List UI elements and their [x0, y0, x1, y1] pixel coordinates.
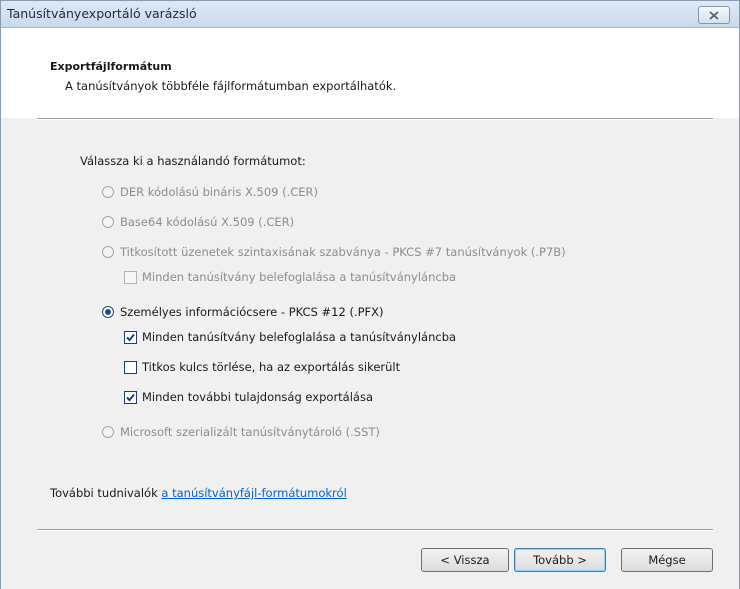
radio-base64[interactable]: Base64 kódolású X.509 (.CER): [102, 215, 294, 229]
radio-pfx[interactable]: Személyes információcsere - PKCS #12 (.P…: [102, 305, 384, 319]
next-button[interactable]: Tovább >: [514, 548, 606, 572]
title-bar[interactable]: Tanúsítványexportáló varázsló: [1, 1, 739, 28]
checkbox-delete-private-key-label: Titkos kulcs törlése, ha az exportálás s…: [142, 360, 401, 374]
radio-dot-icon: [105, 309, 111, 315]
checkbox-delete-private-key[interactable]: Titkos kulcs törlése, ha az exportálás s…: [124, 360, 400, 374]
radio-der-label: DER kódolású bináris X.509 (.CER): [120, 185, 319, 199]
more-info: További tudnivalók a tanúsítványfájl-for…: [50, 486, 347, 500]
radio-button[interactable]: [102, 186, 114, 198]
radio-button[interactable]: [102, 246, 114, 258]
checkmark-icon: [126, 393, 135, 401]
checkbox-pkcs7-include-chain-label: Minden tanúsítvány belefoglalása a tanús…: [142, 270, 457, 284]
checkbox-pfx-include-chain-label: Minden tanúsítvány belefoglalása a tanús…: [142, 330, 457, 344]
checkbox[interactable]: [124, 360, 137, 374]
more-info-prefix: További tudnivalók: [50, 486, 158, 500]
header-divider: [37, 118, 713, 120]
format-prompt: Válassza ki a használandó formátumot:: [80, 154, 306, 168]
checkbox-export-extended-properties[interactable]: Minden további tulajdonság exportálása: [124, 390, 373, 404]
footer-divider: [37, 529, 713, 531]
radio-der[interactable]: DER kódolású bináris X.509 (.CER): [102, 185, 318, 199]
checkbox[interactable]: [124, 390, 137, 404]
close-icon: [709, 10, 719, 20]
wizard-header: Exportfájlformátum A tanúsítványok többf…: [1, 28, 739, 118]
radio-button[interactable]: [102, 216, 114, 228]
window-title: Tanúsítványexportáló varázsló: [7, 6, 197, 21]
cancel-button[interactable]: Mégse: [621, 548, 713, 572]
radio-sst[interactable]: Microsoft szerializált tanúsítványtároló…: [102, 425, 380, 439]
radio-base64-label: Base64 kódolású X.509 (.CER): [120, 215, 295, 229]
checkbox[interactable]: [124, 330, 137, 344]
radio-button-selected[interactable]: [102, 306, 114, 318]
checkbox[interactable]: [124, 270, 137, 284]
page-description: A tanúsítványok többféle fájlformátumban…: [65, 79, 397, 93]
page-title: Exportfájlformátum: [50, 60, 172, 73]
radio-button[interactable]: [102, 426, 114, 438]
checkbox-pkcs7-include-chain[interactable]: Minden tanúsítvány belefoglalása a tanús…: [124, 270, 456, 284]
radio-pfx-label: Személyes információcsere - PKCS #12 (.P…: [120, 305, 384, 319]
radio-pkcs7-label: Titkosított üzenetek szintaxisának szabv…: [120, 245, 566, 259]
radio-pkcs7[interactable]: Titkosított üzenetek szintaxisának szabv…: [102, 245, 566, 259]
checkbox-pfx-include-chain[interactable]: Minden tanúsítvány belefoglalása a tanús…: [124, 330, 456, 344]
more-info-link[interactable]: a tanúsítványfájl-formátumokról: [161, 486, 346, 500]
checkmark-icon: [126, 333, 135, 341]
close-button[interactable]: [698, 6, 730, 24]
checkbox-export-extended-properties-label: Minden további tulajdonság exportálása: [142, 390, 374, 404]
back-button[interactable]: < Vissza: [421, 548, 509, 572]
radio-sst-label: Microsoft szerializált tanúsítványtároló…: [120, 425, 380, 439]
wizard-window: Tanúsítványexportáló varázsló Exportfájl…: [0, 0, 740, 589]
